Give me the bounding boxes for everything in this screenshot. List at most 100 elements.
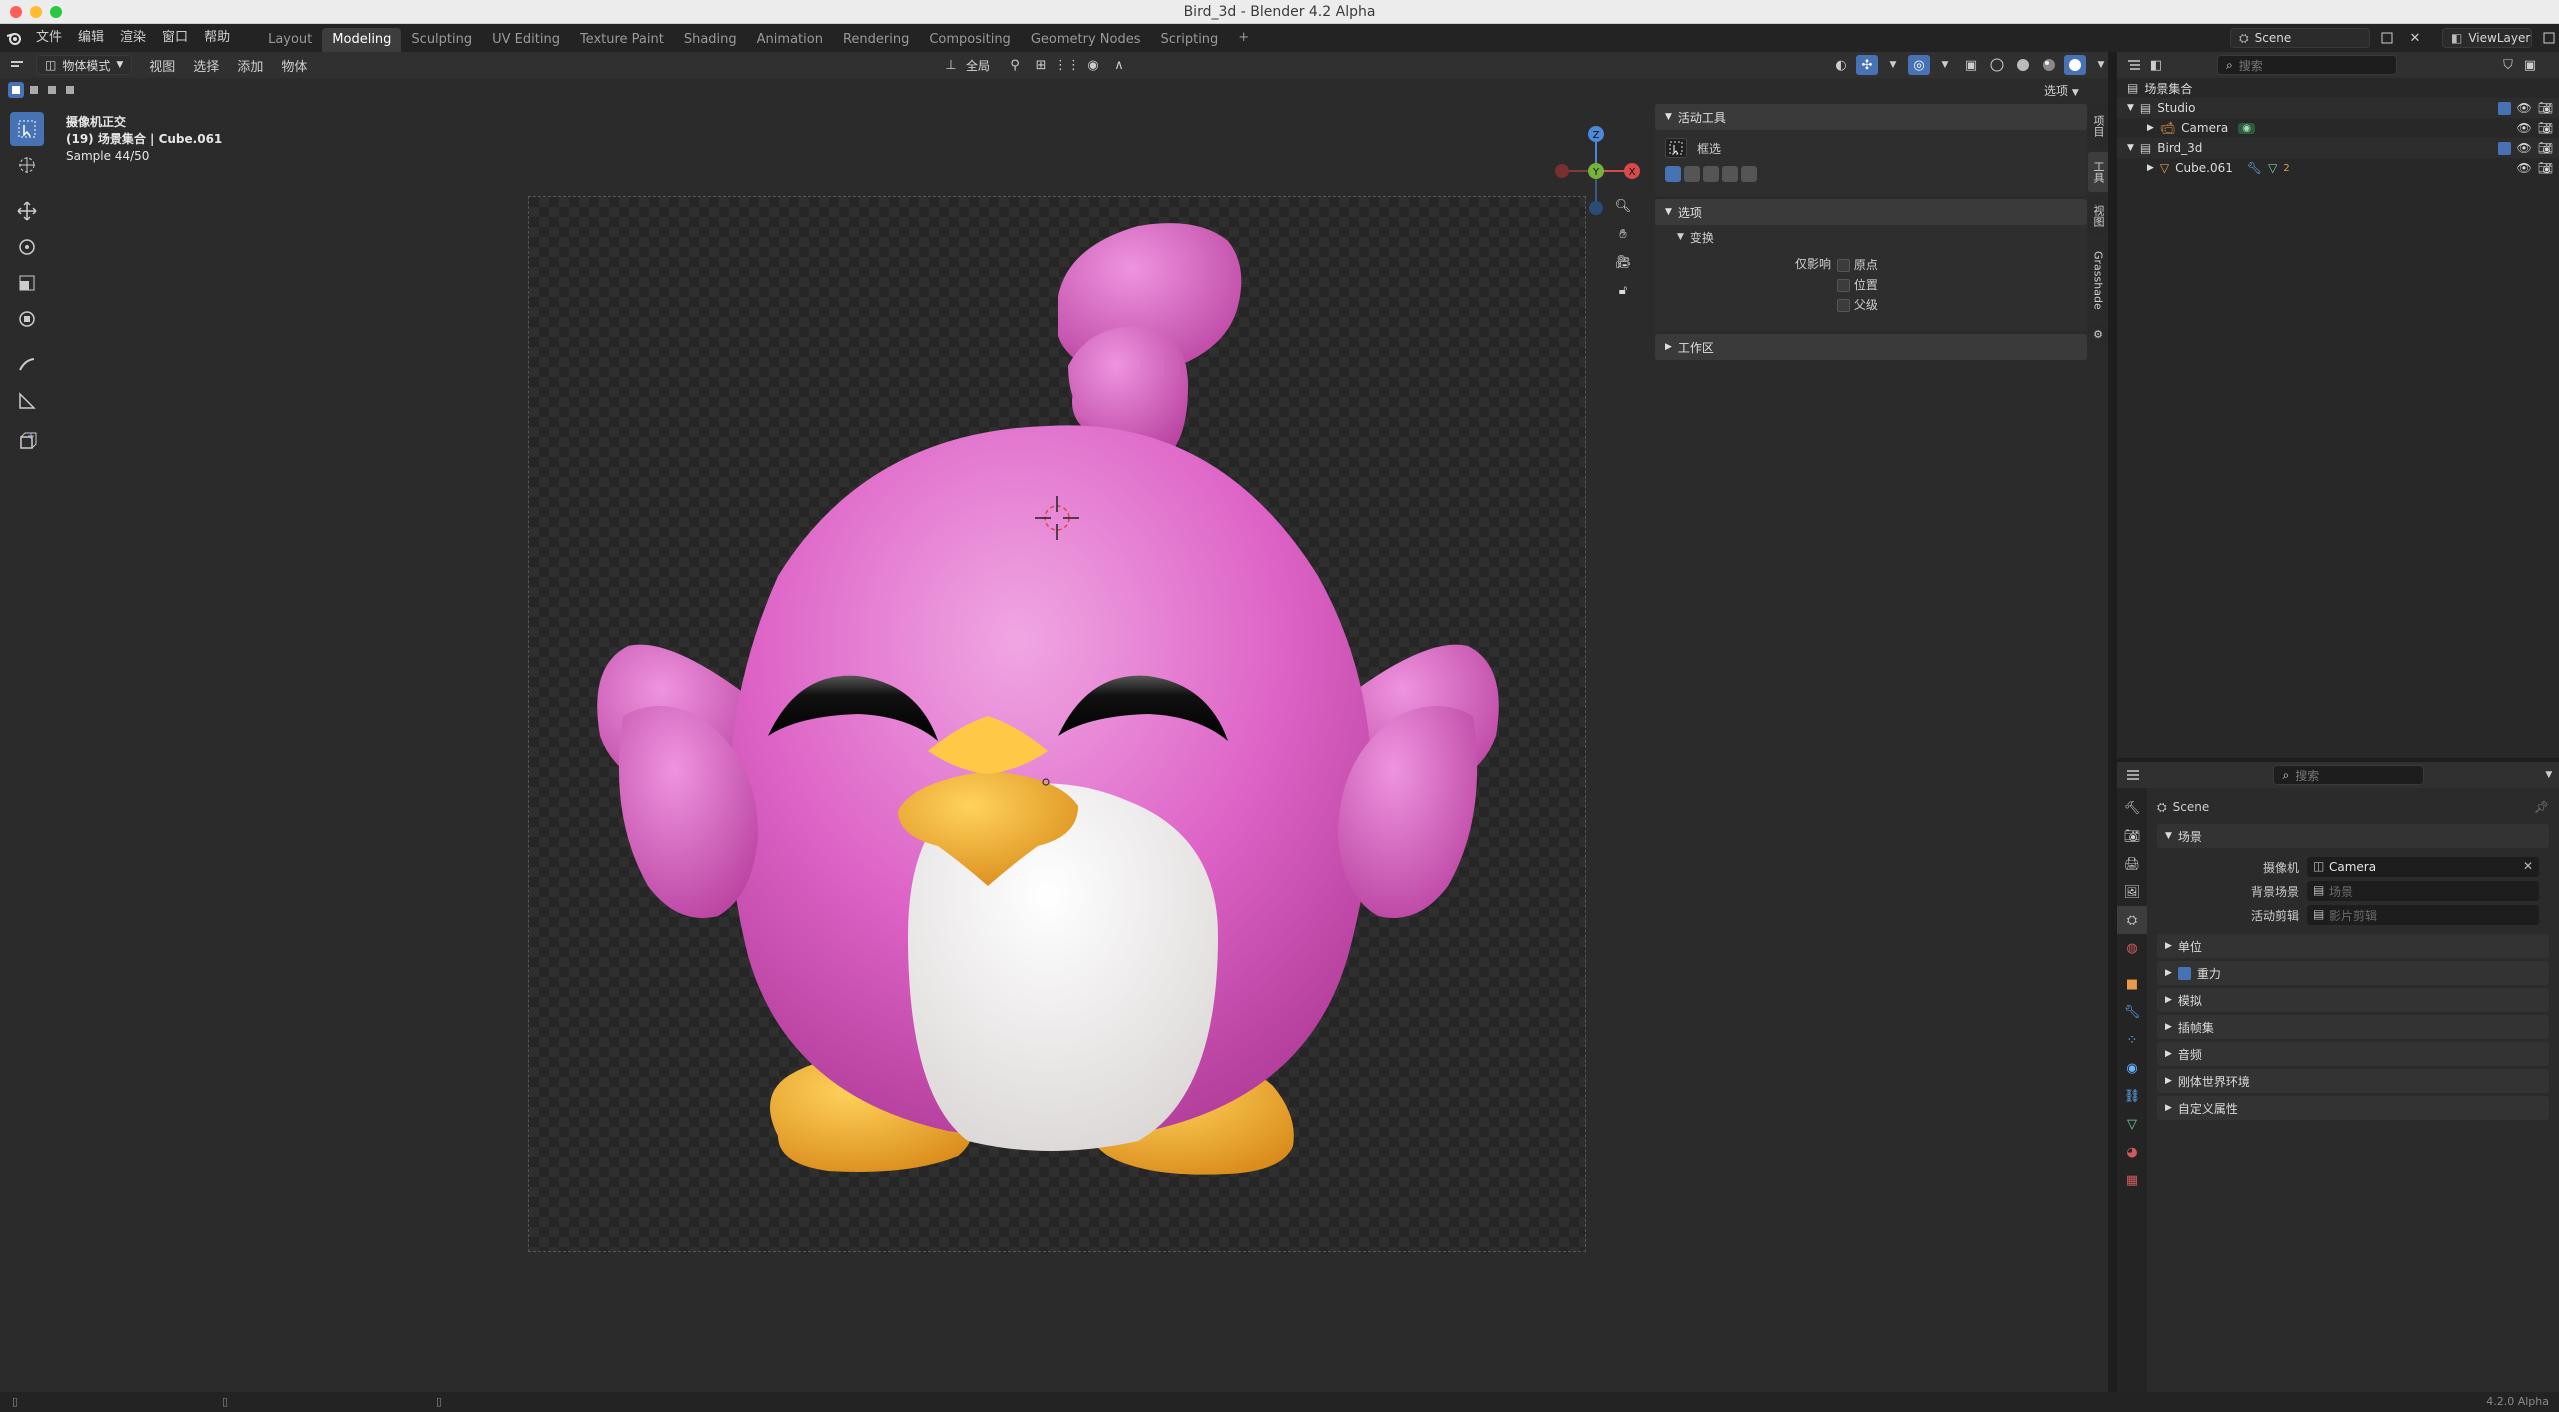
scene-selector[interactable]: ⛭ Scene <box>2230 28 2370 48</box>
add-workspace-button[interactable]: + <box>1228 26 1259 50</box>
outliner-row-cube-061[interactable]: ▶ ▽ Cube.061 🔧︎ ▽ 2 👁︎ 📷︎ <box>2117 158 2559 178</box>
top-menu-item-2[interactable]: 渲染 <box>112 24 154 52</box>
scale-tool-icon[interactable] <box>10 266 44 300</box>
gravity-checkbox[interactable] <box>2177 966 2191 980</box>
viewlayer-selector[interactable]: ◧ ViewLayer <box>2442 28 2532 48</box>
transform-orientation-selector[interactable]: 全局 <box>966 57 990 74</box>
world-tab-icon[interactable]: ◍ <box>2117 934 2147 962</box>
lock-camera-icon[interactable]: 🔓︎ <box>1612 280 1634 300</box>
modifier-wrench-icon[interactable]: 🔧︎ <box>2247 161 2262 175</box>
top-menu-item-3[interactable]: 窗口 <box>154 24 196 52</box>
properties-section-5[interactable]: ▶ 刚体世界环境 <box>2157 1069 2549 1093</box>
navigation-gizmo[interactable]: Z X Y <box>1550 118 1650 228</box>
render-camera-icon[interactable]: 📷︎ <box>2538 121 2553 135</box>
modifier-tab-icon[interactable]: 🔧︎ <box>2117 998 2147 1026</box>
scene-section-header[interactable]: ▼ 场景 <box>2157 824 2549 848</box>
new-collection-icon[interactable]: ▣ <box>2519 55 2541 75</box>
properties-section-3[interactable]: ▶ 插帧集 <box>2157 1015 2549 1039</box>
xray-toggle-icon[interactable]: ▣ <box>1960 55 1982 75</box>
physics-tab-icon[interactable]: ◉ <box>2117 1054 2147 1082</box>
render-camera-icon[interactable]: 📷︎ <box>2538 141 2553 155</box>
tab-workspace-rendering[interactable]: Rendering <box>833 28 919 52</box>
scene-prop-field-2[interactable]: ▤ 影片剪辑 <box>2307 905 2539 925</box>
new-viewlayer-icon[interactable] <box>2538 28 2559 48</box>
pan-hand-icon[interactable]: ✋︎ <box>1612 224 1634 244</box>
mode-extend-icon[interactable] <box>1684 166 1700 182</box>
exclude-checkbox[interactable] <box>2497 141 2511 155</box>
object-tab-icon[interactable]: ■ <box>2117 970 2147 998</box>
tab-workspace-compositing[interactable]: Compositing <box>919 28 1021 52</box>
gizmo-dropdown-icon[interactable]: ▼ <box>1882 55 1904 75</box>
wireframe-shading-icon[interactable] <box>1986 55 2008 75</box>
checkbox[interactable] <box>1837 299 1850 312</box>
select-subtract-icon[interactable] <box>44 82 60 98</box>
tab-workspace-sculpting[interactable]: Sculpting <box>401 28 482 52</box>
select-box-tool-icon[interactable] <box>10 112 44 146</box>
cursor-tool-icon[interactable] <box>10 148 44 182</box>
properties-section-4[interactable]: ▶ 音频 <box>2157 1042 2549 1066</box>
transform-orientation-icon[interactable]: ⊥ <box>940 55 962 75</box>
move-tool-icon[interactable] <box>10 194 44 228</box>
mode-new-icon[interactable] <box>1665 166 1681 182</box>
tab-workspace-geometry-nodes[interactable]: Geometry Nodes <box>1021 28 1151 52</box>
view-layer-tab-icon[interactable]: 🖼︎ <box>2117 878 2147 906</box>
camera-data-icon[interactable]: ◉ <box>2238 122 2255 134</box>
new-scene-icon[interactable] <box>2376 28 2398 48</box>
tab-item[interactable]: 项目 <box>2088 104 2108 148</box>
overlays-dropdown-icon[interactable]: ▼ <box>1934 55 1956 75</box>
tab-workspace-layout[interactable]: Layout <box>258 28 322 52</box>
tab-workspace-modeling[interactable]: Modeling <box>322 28 402 52</box>
properties-editor-type-icon[interactable] <box>2123 765 2143 785</box>
properties-search-input[interactable]: ⌕ 搜索 <box>2273 765 2424 785</box>
outliner-row-camera[interactable]: ▶ 📹︎ Camera ◉ 👁︎ 📷︎ <box>2117 118 2559 138</box>
remove-scene-icon[interactable]: ✕ <box>2404 28 2426 48</box>
mode-intersect-icon[interactable] <box>1741 166 1757 182</box>
editor-type-icon[interactable] <box>6 55 28 75</box>
snap-icon[interactable]: ⊞ <box>1030 55 1052 75</box>
scene-prop-field-0[interactable]: ◫ Camera ✕ <box>2307 857 2539 877</box>
viewport-options-button[interactable]: 选项 ▼ <box>2044 82 2079 99</box>
tool-tab-icon[interactable]: 🔨︎ <box>2117 794 2147 822</box>
outliner-editor-type-icon[interactable] <box>2123 55 2145 75</box>
gizmo-toggle-icon[interactable]: ✣ <box>1856 55 1878 75</box>
tab-workspace-uv-editing[interactable]: UV Editing <box>482 28 570 52</box>
pivot-point-icon[interactable]: ⚲ <box>1004 55 1026 75</box>
top-menu-item-0[interactable]: 文件 <box>28 24 70 52</box>
tab-extra-icon[interactable]: ⚙ <box>2088 324 2108 344</box>
material-count-badge[interactable]: 2 <box>2283 163 2289 174</box>
3d-viewport[interactable]: 选项 ▼ 摄像机正交 (19) 场景集合 | Cube.061 Sample 4… <box>0 78 2108 1392</box>
outliner-row-studio[interactable]: ▼ ▤ Studio 👁︎ 📷︎ <box>2117 98 2559 118</box>
mode-subtract-icon[interactable] <box>1703 166 1719 182</box>
checkbox[interactable] <box>1837 259 1850 272</box>
eye-icon[interactable]: 👁︎ <box>2517 101 2532 115</box>
properties-section-0[interactable]: ▶ 单位 <box>2157 934 2549 958</box>
camera-view-icon[interactable]: 🎥︎ <box>1612 252 1634 272</box>
particles-tab-icon[interactable]: ⁘ <box>2117 1026 2147 1054</box>
mode-selector[interactable]: ◫ 物体模式 ▼ <box>36 55 133 75</box>
material-tab-icon[interactable]: ◕ <box>2117 1138 2147 1166</box>
pin-icon[interactable]: 📌︎ <box>2534 800 2549 814</box>
mesh-data-icon[interactable]: ▽ <box>2268 161 2277 175</box>
outliner-row-scene-collection[interactable]: ▤ 场景集合 <box>2117 78 2559 98</box>
render-camera-icon[interactable]: 📷︎ <box>2538 101 2553 115</box>
proportional-edit-icon[interactable]: ◉ <box>1082 55 1104 75</box>
options-panel-header[interactable]: ▼ 选项 <box>1655 199 2087 225</box>
affect-only-option-2[interactable]: 父级 <box>1837 295 1878 315</box>
transform-subpanel-header[interactable]: ▼ 变换 <box>1655 225 2087 249</box>
eye-icon[interactable]: 👁︎ <box>2517 121 2532 135</box>
snap-target-icon[interactable]: ⋮⋮ <box>1054 55 1080 75</box>
viewport-menu-1[interactable]: 选择 <box>184 56 228 75</box>
scene-prop-field-1[interactable]: ▤ 场景 <box>2307 881 2539 901</box>
properties-options-icon[interactable]: ▼ <box>2539 765 2559 785</box>
bird-3d-model[interactable] <box>528 196 1586 1252</box>
texture-tab-icon[interactable]: ▦ <box>2117 1166 2147 1194</box>
rotate-tool-icon[interactable] <box>10 230 44 264</box>
output-tab-icon[interactable]: 🖨︎ <box>2117 850 2147 878</box>
workspace-panel-header[interactable]: ▶ 工作区 <box>1655 334 2087 360</box>
outliner-row-bird-3d[interactable]: ▼ ▤ Bird_3d 👁︎ 📷︎ <box>2117 138 2559 158</box>
zoom-icon[interactable]: 🔍︎ <box>1612 196 1634 216</box>
tab-grasshade[interactable]: Grasshade <box>2088 240 2108 320</box>
add-cube-tool-icon[interactable] <box>10 424 44 458</box>
properties-section-1[interactable]: ▶ 重力 <box>2157 961 2549 985</box>
render-tab-icon[interactable]: 📷︎ <box>2117 822 2147 850</box>
